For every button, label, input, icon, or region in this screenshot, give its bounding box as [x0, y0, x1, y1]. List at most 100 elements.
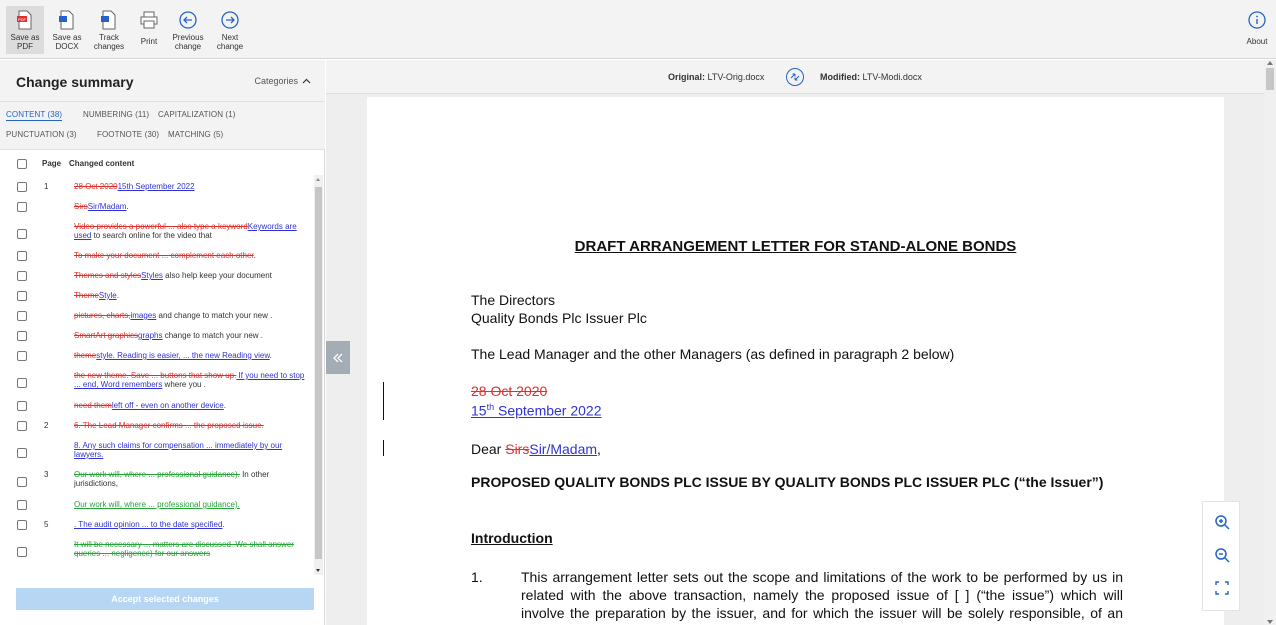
- original-label: Original:: [668, 72, 706, 82]
- row-checkbox[interactable]: [17, 448, 27, 458]
- original-file-name: LTV-Orig.docx: [707, 72, 765, 82]
- docx-file-icon: [56, 9, 78, 31]
- zoom-controls: [1202, 501, 1240, 611]
- row-content: To make your document ... complement eac…: [74, 251, 306, 260]
- row-content: Our work will, where ... professional gu…: [74, 470, 306, 488]
- track-changes-button[interactable]: Track changes: [92, 6, 126, 54]
- print-button[interactable]: Print: [134, 6, 164, 54]
- moved-deleted-text: Our work will, where ... professional gu…: [74, 470, 240, 479]
- next-change-label: Next change: [216, 33, 244, 51]
- row-checkbox[interactable]: [17, 500, 27, 510]
- row-checkbox[interactable]: [17, 251, 27, 261]
- change-summary-panel: Change summary Categories CONTENT (38) N…: [0, 60, 325, 625]
- original-file-info: Original: LTV-Orig.docx: [668, 72, 764, 82]
- printer-icon: [138, 9, 160, 31]
- date-inserted: 15th September 2022: [471, 402, 602, 419]
- deleted-text: the new theme. Save ... buttons that sho…: [74, 371, 237, 380]
- collapse-panel-button[interactable]: [326, 341, 350, 374]
- save-as-docx-label: Save as DOCX: [52, 33, 82, 51]
- row-content: 6. The Lead Manager confirms ... the pro…: [74, 421, 306, 430]
- inserted-text: . The audit opinion ... to the date spec…: [74, 520, 223, 529]
- tab-capitalization[interactable]: CAPITALIZATION (1): [158, 110, 236, 119]
- print-label: Print: [140, 37, 158, 46]
- deleted-text: Themes and styles: [74, 271, 142, 280]
- inserted-text: Sir/Madam: [87, 202, 127, 211]
- tab-content[interactable]: CONTENT (38): [6, 110, 63, 121]
- fit-to-page-icon[interactable]: [1212, 578, 1232, 598]
- row-checkbox[interactable]: [17, 547, 27, 557]
- scroll-up-icon[interactable]: [316, 178, 320, 181]
- scroll-down-icon[interactable]: [316, 569, 320, 572]
- save-as-pdf-button[interactable]: PDF Save as PDF: [6, 6, 44, 54]
- date-deleted: 28 Oct 2020: [471, 383, 548, 399]
- row-checkbox[interactable]: [17, 182, 27, 192]
- row-checkbox[interactable]: [17, 331, 27, 341]
- deleted-text: Sirs: [74, 202, 88, 211]
- row-checkbox[interactable]: [17, 291, 27, 301]
- row-checkbox[interactable]: [17, 378, 27, 388]
- select-all-checkbox[interactable]: [17, 159, 27, 169]
- inserted-text: Styles: [141, 271, 163, 280]
- swap-icon[interactable]: [786, 68, 804, 86]
- change-bar: [383, 440, 384, 456]
- row-content: . The audit opinion ... to the date spec…: [74, 520, 306, 529]
- previous-change-button[interactable]: Previous change: [170, 6, 206, 54]
- file-bar: Original: LTV-Orig.docx Modified: LTV-Mo…: [326, 60, 1276, 94]
- row-checkbox[interactable]: [17, 401, 27, 411]
- scroll-down-icon[interactable]: [1267, 620, 1273, 624]
- tab-punctuation[interactable]: PUNCTUATION (3): [6, 130, 77, 139]
- document-scrollbar-thumb[interactable]: [1266, 68, 1274, 90]
- context-text: .: [253, 251, 256, 260]
- row-content: Video provides a powerful ... also type …: [74, 222, 306, 240]
- toolbar: PDF Save as PDF Save as DOCX Track chang…: [0, 0, 1276, 59]
- introduction-heading: Introduction: [471, 530, 553, 546]
- row-checkbox[interactable]: [17, 271, 27, 281]
- row-checkbox[interactable]: [17, 520, 27, 530]
- row-checkbox[interactable]: [17, 421, 27, 431]
- zoom-in-icon[interactable]: [1212, 512, 1232, 532]
- row-checkbox[interactable]: [17, 351, 27, 361]
- row-checkbox[interactable]: [17, 311, 27, 321]
- about-button[interactable]: About: [1242, 6, 1272, 54]
- row-checkbox[interactable]: [17, 202, 27, 212]
- list-scrollbar-thumb[interactable]: [315, 187, 322, 559]
- context-text: where you .: [162, 380, 206, 389]
- modified-label: Modified:: [820, 72, 860, 82]
- save-as-pdf-label: Save as PDF: [10, 33, 40, 51]
- inserted-text: graphs: [138, 331, 163, 340]
- deleted-text: 28 Oct 2020: [74, 182, 118, 191]
- list-scrollbar[interactable]: [314, 175, 323, 575]
- tab-numbering[interactable]: NUMBERING (11): [83, 110, 149, 119]
- row-checkbox[interactable]: [17, 477, 27, 487]
- document-scrollbar[interactable]: [1264, 60, 1276, 625]
- track-changes-icon: [98, 9, 120, 31]
- row-content: need themleft off - even on another devi…: [74, 401, 306, 410]
- tab-matching[interactable]: MATCHING (5): [168, 130, 223, 139]
- row-checkbox[interactable]: [17, 229, 27, 239]
- row-content: pictures, charts,images and change to ma…: [74, 311, 306, 320]
- summary-header: Change summary Categories: [0, 60, 325, 102]
- deleted-text: theme: [74, 351, 97, 360]
- document-view: Original: LTV-Orig.docx Modified: LTV-Mo…: [326, 60, 1276, 625]
- zoom-out-icon[interactable]: [1212, 545, 1232, 565]
- scroll-up-icon[interactable]: [1267, 61, 1273, 65]
- arrow-right-circle-icon: [219, 9, 241, 31]
- deleted-text: 6. The Lead Manager confirms ... the pro…: [74, 421, 264, 430]
- svg-text:PDF: PDF: [18, 17, 27, 22]
- context-text: to search online for the video that: [91, 231, 212, 240]
- context-text: and change to match your new .: [156, 311, 273, 320]
- next-change-button[interactable]: Next change: [212, 6, 248, 54]
- inserted-text: 15th September 2022: [117, 182, 195, 191]
- accept-selected-changes-button[interactable]: Accept selected changes: [16, 588, 314, 610]
- previous-change-label: Previous change: [172, 33, 204, 51]
- save-as-docx-button[interactable]: Save as DOCX: [50, 6, 84, 54]
- moved-inserted-text: Our work will, where ... professional gu…: [74, 500, 240, 509]
- row-page: 5: [44, 520, 49, 529]
- arrow-left-circle-icon: [177, 9, 199, 31]
- row-content: ThemeStyle.: [74, 291, 306, 300]
- inserted-text: left off - even on another device: [111, 401, 224, 410]
- track-changes-label: Track changes: [93, 33, 125, 51]
- paragraph-text: This arrangement letter sets out the sco…: [521, 569, 1123, 625]
- tab-footnote[interactable]: FOOTNOTE (30): [97, 130, 159, 139]
- categories-toggle[interactable]: Categories: [254, 76, 311, 86]
